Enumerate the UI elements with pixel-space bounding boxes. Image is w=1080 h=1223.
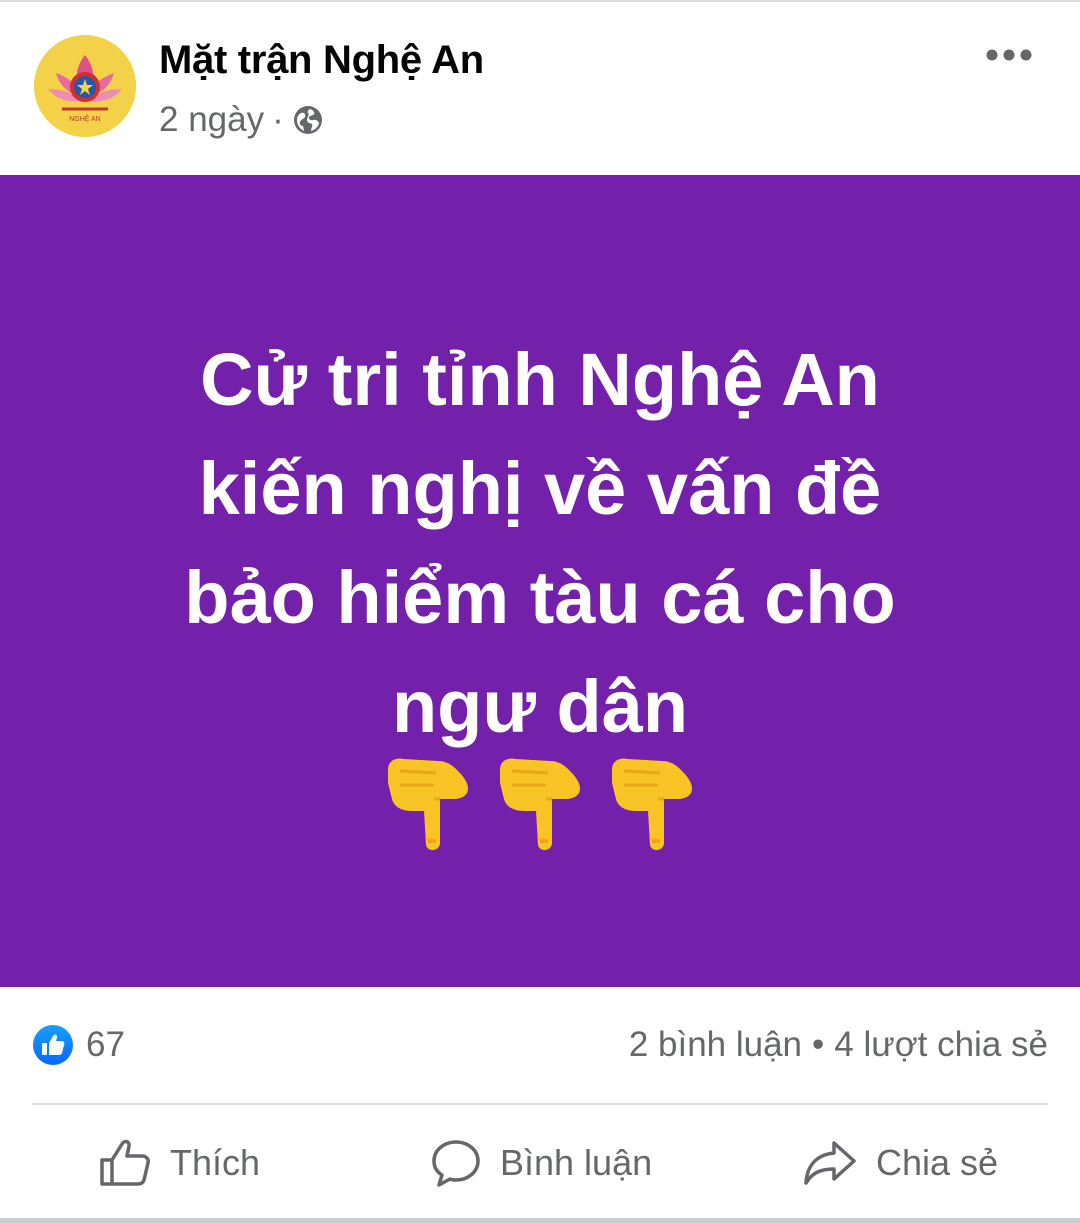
share-button[interactable]: Chia sẻ xyxy=(802,1125,998,1201)
banner-line-4: ngư dân xyxy=(391,665,689,748)
stats-bullet: • xyxy=(812,1025,825,1064)
svg-text:NGHỆ AN: NGHỆ AN xyxy=(69,114,101,123)
engagement-summary: 2 bình luận • 4 lượt chia sẻ xyxy=(629,1025,1048,1065)
bottom-border xyxy=(0,1218,1080,1223)
post-stats: 67 2 bình luận • 4 lượt chia sẻ xyxy=(0,1016,1080,1076)
action-bar: Thích Bình luận Chia sẻ xyxy=(0,1125,1080,1201)
share-count[interactable]: 4 lượt chia sẻ xyxy=(834,1025,1048,1064)
backhand-index-pointing-down-icon xyxy=(388,758,468,851)
share-label: Chia sẻ xyxy=(876,1142,999,1183)
share-arrow-icon xyxy=(804,1141,856,1185)
more-horizontal-icon[interactable] xyxy=(982,42,1036,68)
page-avatar[interactable]: NGHỆ AN xyxy=(34,35,136,137)
comment-button[interactable]: Bình luận xyxy=(430,1125,652,1201)
like-button[interactable]: Thích xyxy=(98,1125,260,1201)
like-label: Thích xyxy=(170,1142,261,1183)
actions-divider xyxy=(32,1103,1048,1105)
page-name[interactable]: Mặt trận Nghệ An xyxy=(159,38,484,83)
banner-line-3: bảo hiểm tàu cá cho xyxy=(184,556,896,639)
front-logo-icon: NGHỆ AN xyxy=(34,35,136,137)
post-meta: 2 ngày · xyxy=(159,100,324,140)
comment-label: Bình luận xyxy=(500,1142,653,1183)
backhand-index-pointing-down-icon xyxy=(500,758,580,851)
emoji-row xyxy=(0,755,1080,855)
like-count[interactable]: 67 xyxy=(86,1025,125,1065)
globe-icon xyxy=(293,106,322,134)
like-reaction-icon[interactable] xyxy=(32,1024,74,1066)
banner-line-1: Cử tri tỉnh Nghệ An xyxy=(200,338,880,421)
meta-separator: · xyxy=(272,100,284,139)
banner-text: Cử tri tỉnh Nghệ An kiến nghị về vấn đề … xyxy=(60,325,1020,761)
facebook-post: NGHỆ AN Mặt trận Nghệ An 2 ngày · Cử tri… xyxy=(0,0,1080,1223)
thumbs-up-icon xyxy=(100,1139,150,1186)
post-time[interactable]: 2 ngày xyxy=(159,100,264,140)
banner-line-2: kiến nghị về vấn đề xyxy=(198,447,882,530)
backhand-index-pointing-down-icon xyxy=(612,758,692,851)
post-banner[interactable]: Cử tri tỉnh Nghệ An kiến nghị về vấn đề … xyxy=(0,175,1080,987)
comment-count[interactable]: 2 bình luận xyxy=(629,1025,802,1064)
comment-bubble-icon xyxy=(432,1140,480,1187)
top-border xyxy=(0,0,1080,2)
